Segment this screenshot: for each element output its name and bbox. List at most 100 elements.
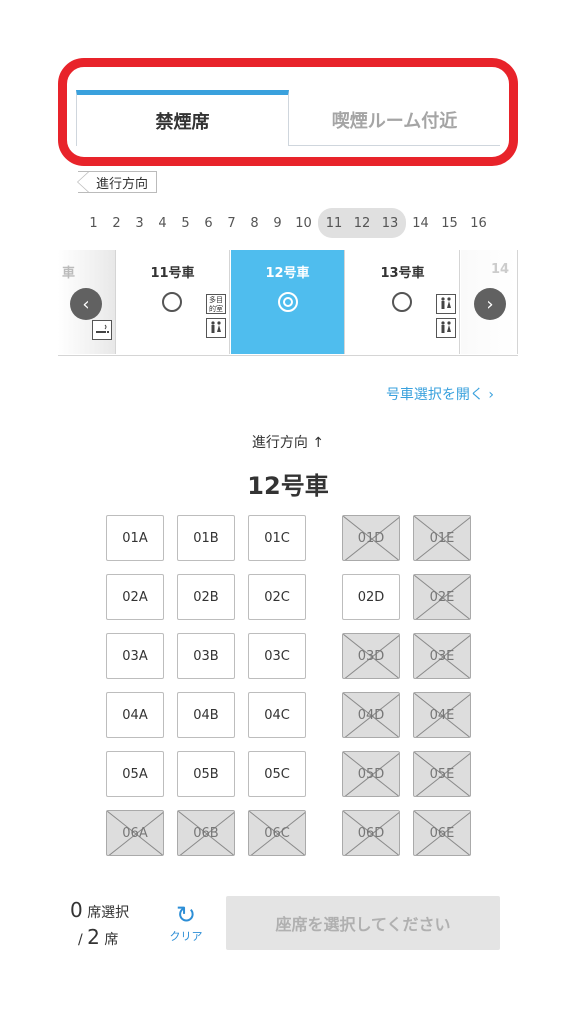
seat-label: 06E — [429, 825, 455, 841]
tab-non-smoking[interactable]: 禁煙席 — [76, 90, 289, 146]
seat-label: 05C — [264, 766, 290, 782]
seat-occupied: 06A — [106, 810, 164, 856]
seat[interactable]: 04C — [248, 692, 306, 738]
seat-label: 06B — [193, 825, 219, 841]
prev-car-button[interactable]: ‹ — [70, 288, 102, 320]
car-number[interactable]: 9 — [266, 216, 289, 231]
car-number[interactable]: 13 — [376, 216, 404, 231]
selected-count: 0 — [70, 898, 83, 922]
car-number[interactable]: 6 — [197, 216, 220, 231]
car-title: 13号車 — [380, 266, 425, 281]
car-card-12[interactable]: 12号車 — [231, 250, 345, 354]
seat-occupied: 02E — [413, 574, 471, 620]
car-number[interactable]: 5 — [174, 216, 197, 231]
selected-double-circle-icon — [278, 292, 298, 312]
seat[interactable]: 04B — [177, 692, 235, 738]
seat[interactable]: 02B — [177, 574, 235, 620]
available-circle-icon — [392, 292, 412, 312]
seat-label: 04D — [357, 707, 385, 723]
car-card-13[interactable]: 13号車 — [346, 250, 460, 354]
car-number[interactable]: 11 — [320, 216, 348, 231]
clear-label: クリア — [169, 930, 203, 943]
car-number[interactable]: 7 — [220, 216, 243, 231]
seat-occupied: 05E — [413, 751, 471, 797]
seat[interactable]: 01A — [106, 515, 164, 561]
selection-footer: 0 席選択 / 2 席 ↻ クリア 座席を選択してください — [0, 876, 576, 1024]
selection-count: 0 席選択 / 2 席 — [70, 898, 129, 952]
car-number[interactable]: 4 — [151, 216, 174, 231]
baby-changing-icon — [436, 294, 456, 314]
seat[interactable]: 01C — [248, 515, 306, 561]
car-heading: 12号車 — [247, 472, 329, 500]
car-title: 12号車 — [265, 266, 310, 281]
car-number[interactable]: 3 — [128, 216, 151, 231]
car-card-11[interactable]: 11号車 多目 的室 — [116, 250, 230, 354]
seat-label: 01B — [193, 530, 219, 546]
seat-label: 06A — [122, 825, 148, 841]
seat-occupied: 05D — [342, 751, 400, 797]
seat-occupied: 06D — [342, 810, 400, 856]
seat-occupied: 04D — [342, 692, 400, 738]
car-title: 11号車 — [150, 266, 195, 281]
total-count: 2 — [87, 925, 100, 949]
seat-label: 05B — [193, 766, 219, 782]
seat-occupied: 03D — [342, 633, 400, 679]
seat-occupied: 03E — [413, 633, 471, 679]
total-label: 席 — [104, 932, 119, 948]
seat[interactable]: 05A — [106, 751, 164, 797]
restroom-icon — [206, 318, 226, 338]
multipurpose-room-icon: 多目 的室 — [206, 294, 226, 314]
available-circle-icon — [162, 292, 182, 312]
seat-label: 02B — [193, 589, 219, 605]
seat-occupied: 06B — [177, 810, 235, 856]
car-number[interactable]: 8 — [243, 216, 266, 231]
car-number[interactable]: 16 — [464, 216, 493, 231]
car-number[interactable]: 10 — [289, 216, 318, 231]
clear-button[interactable]: ↻ クリア — [165, 902, 207, 944]
seat[interactable]: 02D — [342, 574, 400, 620]
seat-label: 04A — [122, 707, 148, 723]
seat-label: 03C — [264, 648, 290, 664]
seat-label: 04E — [429, 707, 455, 723]
seat[interactable]: 05C — [248, 751, 306, 797]
seat[interactable]: 01B — [177, 515, 235, 561]
seat-label: 01E — [429, 530, 455, 546]
seat-occupied: 04E — [413, 692, 471, 738]
open-car-select-link[interactable]: 号車選択を開く › — [386, 384, 494, 404]
seat[interactable]: 04A — [106, 692, 164, 738]
seat[interactable]: 03A — [106, 633, 164, 679]
seat-occupied: 01D — [342, 515, 400, 561]
car-number[interactable]: 1 — [82, 216, 105, 231]
seat[interactable]: 02C — [248, 574, 306, 620]
seat-label: 03B — [193, 648, 219, 664]
seat-label: 04C — [264, 707, 290, 723]
selected-label: 席選択 — [87, 905, 130, 921]
seat[interactable]: 03B — [177, 633, 235, 679]
seat-label: 01A — [122, 530, 148, 546]
car-number[interactable]: 15 — [435, 216, 464, 231]
car-number[interactable]: 14 — [406, 216, 435, 231]
tab-smoking-room-nearby[interactable]: 喫煙ルーム付近 — [289, 90, 500, 146]
seat-type-tabs: 禁煙席 喫煙ルーム付近 — [76, 90, 500, 146]
car-number-visible-group: 11 12 13 — [318, 208, 406, 238]
seat-occupied: 06E — [413, 810, 471, 856]
seat-label: 01C — [264, 530, 290, 546]
seat-label: 02D — [357, 589, 385, 605]
car-number[interactable]: 12 — [348, 216, 376, 231]
seat[interactable]: 02A — [106, 574, 164, 620]
direction-tag: 進行方向 — [76, 171, 158, 193]
seat[interactable]: 03C — [248, 633, 306, 679]
select-seat-button[interactable]: 座席を選択してください — [226, 896, 500, 950]
seat-label: 06D — [357, 825, 385, 841]
seat-label: 05D — [357, 766, 385, 782]
smoking-room-icon — [92, 320, 112, 340]
seat-label: 03E — [429, 648, 455, 664]
seat-label: 04B — [193, 707, 219, 723]
restroom-icon — [436, 318, 456, 338]
seat[interactable]: 05B — [177, 751, 235, 797]
next-car-button[interactable]: › — [474, 288, 506, 320]
car-title: 14 — [491, 262, 510, 277]
car-number[interactable]: 2 — [105, 216, 128, 231]
refresh-icon: ↻ — [175, 901, 197, 929]
direction-heading: 進行方向 ↑ — [251, 435, 325, 451]
